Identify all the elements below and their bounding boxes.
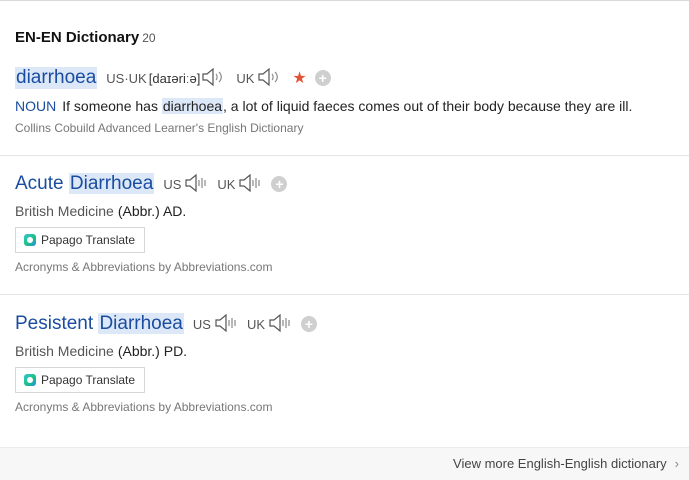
pron-label-uk: UK: [217, 176, 236, 192]
speaker-wave-icon[interactable]: [183, 173, 209, 196]
pronunciation-uk: UK: [236, 67, 282, 90]
definition-text: If someone has: [62, 98, 158, 114]
pronunciation-us-uk: US·UK [daɪəriːə]: [106, 67, 226, 90]
papago-translate-button[interactable]: Papago Translate: [15, 227, 146, 253]
pron-label-uk: UK: [246, 316, 265, 332]
speaker-wave-icon[interactable]: [267, 313, 293, 336]
field-label: British Medicine: [15, 203, 114, 219]
speaker-icon[interactable]: [200, 67, 226, 90]
entry-divider: [0, 155, 689, 156]
part-of-speech: NOUN: [15, 98, 57, 114]
headword-link[interactable]: Pesistent Diarrhoea: [15, 313, 184, 335]
entry-diarrhoea: diarrhoea US·UK [daɪəriːə] UK ★ + NOUN If…: [15, 66, 689, 135]
pronunciation-us: US: [193, 313, 239, 336]
definition-highlight: diarrhoea: [161, 98, 224, 114]
papago-translate-label: Papago Translate: [41, 233, 136, 247]
headword-link[interactable]: diarrhoea: [15, 67, 98, 89]
abbreviation: (Abbr.) AD.: [117, 203, 187, 219]
field-row: British Medicine (Abbr.) PD.: [15, 343, 689, 359]
star-icon[interactable]: ★: [292, 68, 306, 88]
pronunciation-us: US: [163, 173, 209, 196]
headword-link[interactable]: Acute Diarrhoea: [15, 173, 155, 195]
definition-text-end: , a lot of liquid faeces comes out of th…: [223, 98, 633, 114]
headword-prefix: Pesistent: [15, 313, 94, 334]
pronunciation-uk: UK: [217, 173, 263, 196]
entry-acute-diarrhoea: Acute Diarrhoea US UK + British Medicine…: [15, 172, 689, 274]
plus-icon[interactable]: +: [271, 176, 288, 192]
entry-persistent-diarrhoea: Pesistent Diarrhoea US UK + British Medi…: [15, 312, 689, 414]
ipa-text: [daɪəriːə]: [148, 70, 201, 86]
papago-logo-icon: [24, 234, 36, 246]
pronunciation-uk: UK: [247, 313, 293, 336]
definition: NOUN If someone has diarrhoea, a lot of l…: [15, 98, 689, 114]
result-count: 20: [142, 31, 156, 45]
abbreviation: (Abbr.) PD.: [117, 343, 188, 359]
plus-icon[interactable]: +: [301, 316, 317, 332]
top-divider: [0, 0, 689, 1]
pron-label-us: US: [192, 316, 211, 332]
source-label: Collins Cobuild Advanced Learner's Engli…: [15, 121, 304, 135]
speaker-icon[interactable]: [256, 67, 282, 90]
headword-highlight: Diarrhoea: [68, 173, 155, 194]
chevron-right-icon: ›: [674, 456, 679, 471]
field-label: British Medicine: [15, 343, 114, 359]
view-more-label: View more English-English dictionary: [453, 456, 667, 471]
view-more-link[interactable]: View more English-English dictionary ›: [453, 456, 679, 471]
headword-highlight: Diarrhoea: [98, 313, 184, 334]
headword-prefix: Acute: [15, 173, 64, 194]
papago-translate-label: Papago Translate: [41, 373, 136, 387]
papago-logo-icon: [24, 374, 36, 386]
papago-translate-button[interactable]: Papago Translate: [15, 367, 146, 393]
entry-divider: [0, 294, 689, 295]
section-title: EN-EN Dictionary 20: [15, 29, 156, 46]
pron-label: US·UK: [106, 70, 147, 86]
field-row: British Medicine (Abbr.) AD.: [15, 203, 689, 219]
pron-label-uk: UK: [236, 70, 255, 86]
speaker-wave-icon[interactable]: [213, 313, 239, 336]
section-title-text: EN-EN Dictionary: [15, 29, 140, 46]
pron-label-us: US: [163, 176, 182, 192]
source-label: Acronyms & Abbreviations by Abbreviation…: [15, 260, 273, 274]
speaker-wave-icon[interactable]: [237, 173, 263, 196]
plus-icon[interactable]: +: [314, 70, 331, 86]
footer-bar: View more English-English dictionary ›: [0, 447, 689, 480]
source-label: Acronyms & Abbreviations by Abbreviation…: [15, 400, 273, 414]
